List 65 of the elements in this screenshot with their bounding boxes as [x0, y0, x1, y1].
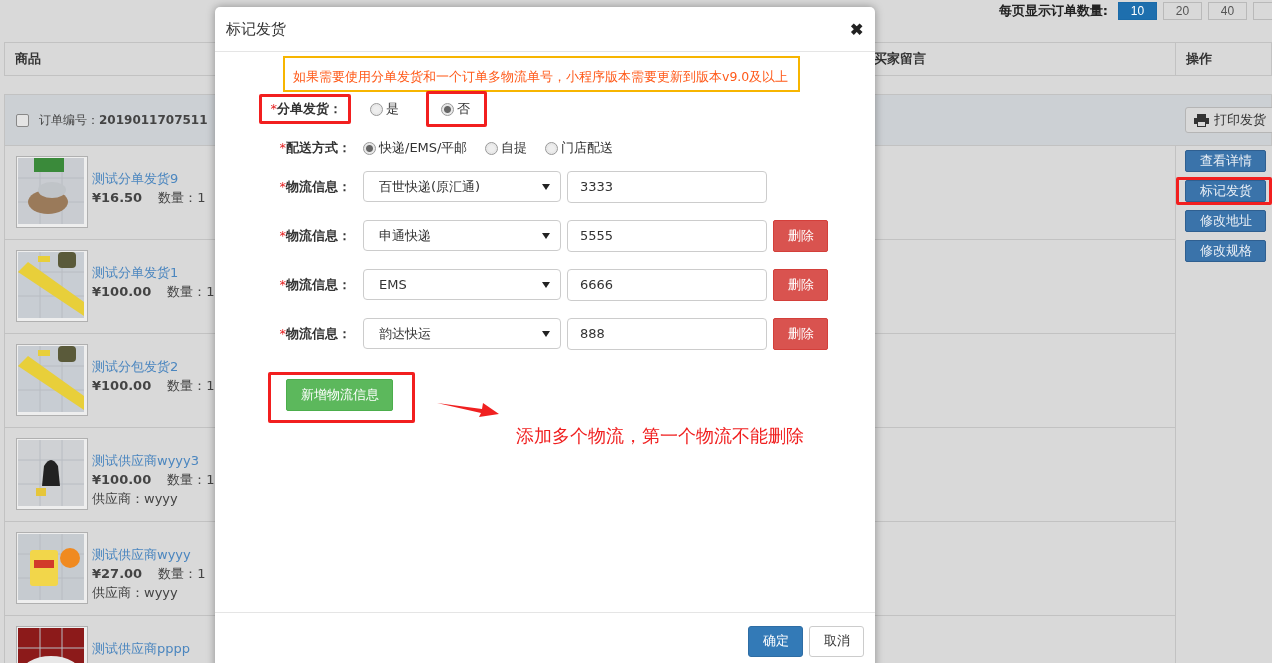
carrier-select[interactable]: EMS	[363, 269, 561, 300]
radio-option[interactable]: 自提	[485, 135, 534, 161]
product-supplier: 供应商：wyyy	[92, 584, 179, 601]
product-quantity: 数量：1	[167, 377, 215, 394]
product-link[interactable]: 测试供应商wyyy	[92, 546, 206, 563]
page-size-button[interactable]: 40	[1208, 2, 1247, 20]
delete-button[interactable]: 删除	[773, 268, 828, 301]
printer-icon	[1194, 113, 1209, 127]
confirm-button[interactable]: 确定	[748, 625, 803, 657]
delete-button[interactable]: 删除	[773, 317, 828, 350]
order-checkbox[interactable]	[16, 113, 29, 127]
product-quantity: 数量：1	[167, 471, 215, 488]
action-button[interactable]: 查看详情	[1185, 150, 1266, 172]
action-button[interactable]: 修改规格	[1185, 240, 1266, 262]
field-label: *分单发货：	[269, 100, 342, 118]
caret-icon	[542, 330, 550, 337]
radio-option[interactable]: 门店配送	[545, 135, 620, 161]
product-price: ¥27.00	[92, 565, 143, 582]
arrow-icon	[437, 401, 499, 419]
page-size-button[interactable]: 10	[1118, 2, 1157, 20]
product-link[interactable]: 测试分包发货2	[92, 358, 215, 375]
product-link[interactable]: 测试供应商pppp	[92, 640, 190, 657]
product-quantity: 数量：1	[158, 189, 206, 206]
product-link[interactable]: 测试分单发货1	[92, 264, 215, 281]
print-button[interactable]: 打印发货	[1185, 107, 1272, 133]
cancel-button[interactable]: 取消	[809, 625, 864, 657]
field-label: *物流信息：	[278, 324, 351, 343]
notice-text: 如果需要使用分单发货和一个订单多物流单号，小程序版本需要更新到版本v9.0及以上	[283, 56, 800, 92]
order-number: 订单编号：2019011707511	[39, 111, 208, 129]
column-header: 商品	[14, 50, 42, 68]
action-button[interactable]: 修改地址	[1185, 210, 1266, 232]
radio-option[interactable]: 是	[364, 96, 405, 122]
caret-icon	[542, 232, 550, 239]
product-quantity: 数量：1	[167, 283, 215, 300]
caret-icon	[542, 183, 550, 190]
tracking-field[interactable]: 3333	[567, 170, 767, 203]
field-label: *物流信息：	[278, 226, 351, 245]
delete-button[interactable]: 删除	[773, 219, 828, 252]
product-supplier: 供应商：wyyy	[92, 490, 179, 507]
tracking-field[interactable]: 6666	[567, 268, 767, 301]
annotation-text: 添加多个物流，第一个物流不能删除	[516, 424, 804, 448]
field-label: *配送方式：	[278, 139, 351, 157]
product-price: ¥16.50	[92, 189, 143, 206]
close-button[interactable]: ✖	[850, 19, 863, 39]
field-label: *物流信息：	[278, 275, 351, 294]
product-link[interactable]: 测试供应商wyyy3	[92, 452, 215, 469]
per-page-label: 每页显示订单数量:	[998, 2, 1108, 20]
carrier-select[interactable]: 韵达快运	[363, 318, 561, 349]
product-price: ¥100.00	[92, 471, 152, 488]
tracking-field[interactable]: 888	[567, 317, 767, 350]
action-button[interactable]: 标记发货	[1185, 180, 1266, 202]
tracking-field[interactable]: 5555	[567, 219, 767, 252]
page-size-button[interactable]: 20	[1163, 2, 1202, 20]
field-label: *物流信息：	[278, 177, 351, 196]
product-price: ¥100.00	[92, 283, 152, 300]
product-price: ¥100.00	[92, 377, 152, 394]
carrier-select[interactable]: 百世快递(原汇通)	[363, 171, 561, 202]
radio-option[interactable]: 快递/EMS/平邮	[363, 135, 474, 161]
dialog-title: 标记发货	[226, 19, 286, 39]
product-quantity: 数量：1	[158, 565, 206, 582]
carrier-select[interactable]: 申通快递	[363, 220, 561, 251]
column-header: 操作	[1175, 43, 1271, 75]
caret-icon	[542, 281, 550, 288]
radio-option[interactable]: 否	[435, 96, 476, 122]
product-link[interactable]: 测试分单发货9	[92, 170, 206, 187]
